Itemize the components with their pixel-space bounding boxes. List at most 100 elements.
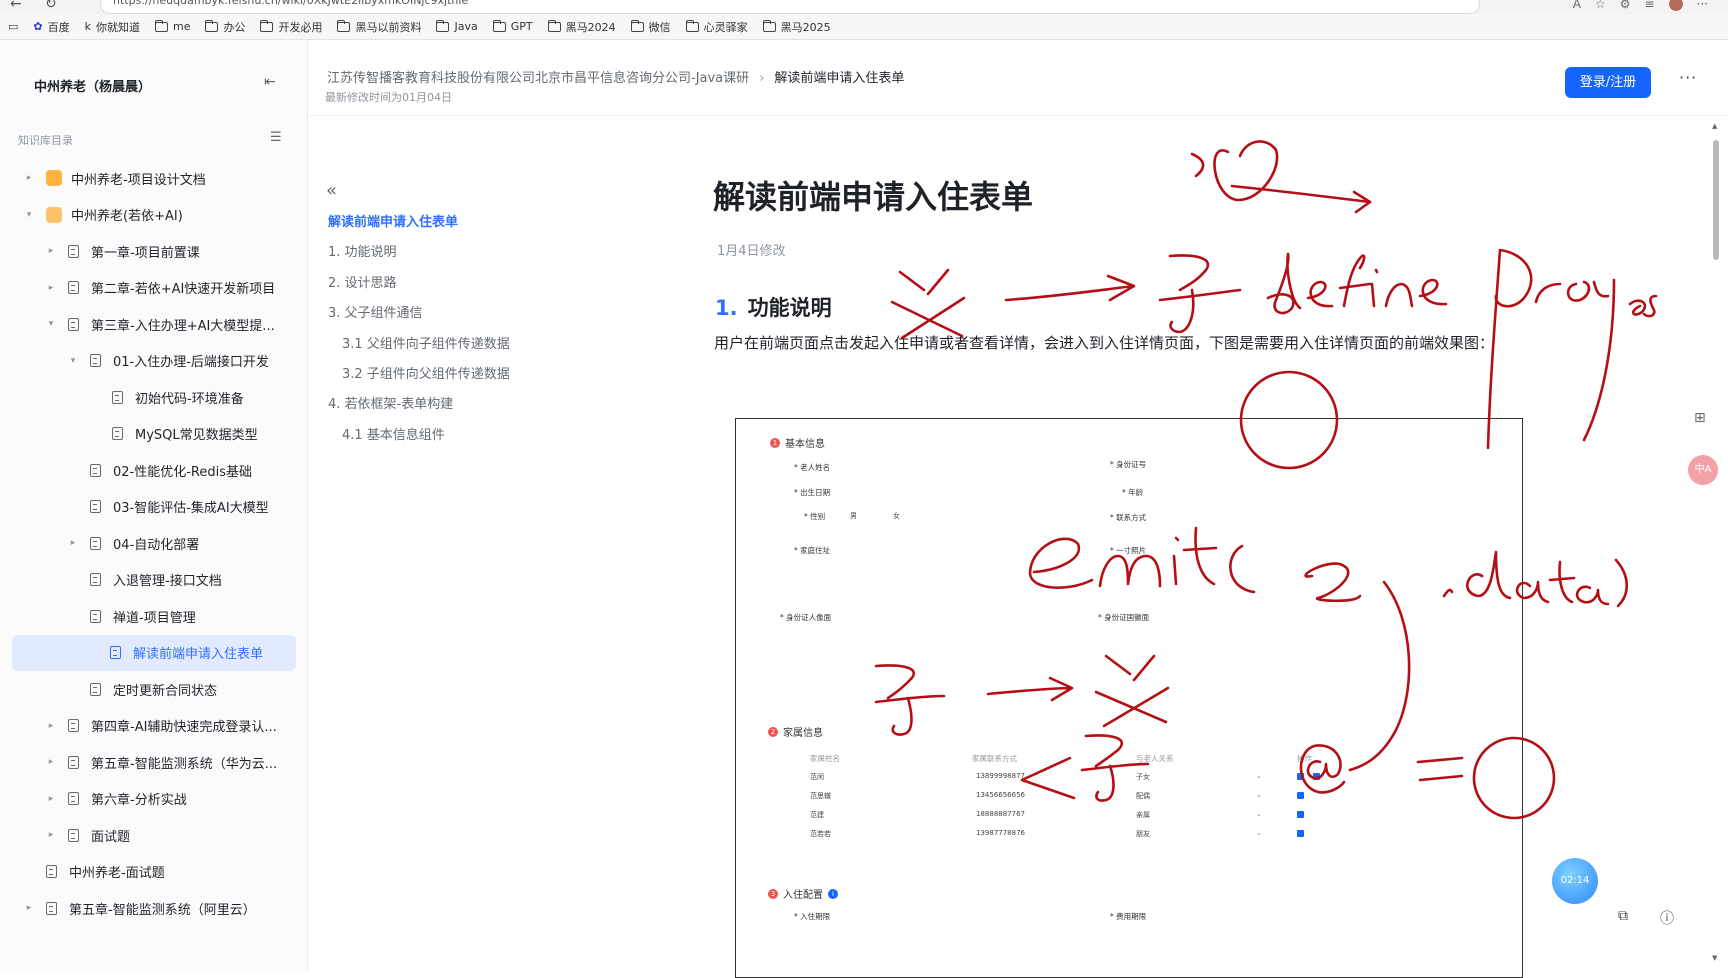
family-cell-relation: 配偶 [1136,792,1150,800]
profile-avatar[interactable] [1668,0,1683,11]
more-button[interactable]: ··· [1679,68,1697,87]
delete-row-icon[interactable] [1297,792,1304,799]
breadcrumb-parent[interactable]: 江苏传智播客教育科技股份有限公司北京市昌平信息咨询分公司-Java课研 [327,71,749,86]
tree-item[interactable]: MySQL常见数据类型 [0,416,308,453]
chevron-right-icon[interactable]: ▸ [44,246,58,256]
chevron-right-icon[interactable]: ▸ [22,903,36,913]
bookmark-label: 微信 [648,20,671,34]
scrollbar[interactable]: ▲ ▼ [1712,122,1719,962]
delete-row-icon[interactable] [1297,773,1304,780]
tree-item[interactable]: ▸ 中州养老-项目设计文档 [0,160,308,197]
chevron-right-icon[interactable]: ▸ [44,283,58,293]
tree-item-label: 中州养老-面试题 [69,866,165,882]
browser-menu-icon[interactable]: ··· [1697,0,1708,11]
bookmark-folder[interactable]: 黑马2025 [762,19,831,35]
tree-item[interactable]: 定时更新合同状态 [0,671,308,708]
translate-button[interactable]: 中A [1688,455,1718,485]
recording-timer[interactable]: 02:14 [1552,858,1598,904]
select-chevron-icon[interactable]: ⌄ [1256,810,1262,818]
favorites-icon[interactable]: ≡ [1644,0,1654,11]
radio-option[interactable]: 男 [850,511,857,521]
toc-item[interactable]: 解读前端申请入住表单 [328,208,618,238]
bookmark-folder[interactable]: 开发必用 [260,19,322,35]
star-icon[interactable]: ☆ [1595,0,1606,11]
scroll-down-icon[interactable]: ▼ [1712,954,1717,962]
bookmark-folder[interactable]: 黑马2024 [547,19,616,35]
delete-row-icon[interactable] [1297,811,1304,818]
login-button[interactable]: 登录/注册 [1565,67,1651,98]
family-cell-relation: 亲属 [1136,811,1150,819]
add-row-icon[interactable] [1313,773,1320,780]
toc-item[interactable]: 3. 父子组件通信 [328,299,618,329]
tree-item[interactable]: ▸ 面试题 [0,817,308,854]
url-field[interactable]: https://heuqdambyk.feishu.cn/wiki/0XkJwt… [100,0,1480,14]
form-screenshot[interactable]: 1 基本信息 * 老人姓名 * 出生日期 * 性别 男 女 * 家庭住址 * 身份… [735,418,1523,978]
tab-icon[interactable]: ▭ [8,20,18,33]
chevron-right-icon[interactable]: ▸ [44,757,58,767]
delete-row-icon[interactable] [1297,830,1304,837]
toc-item[interactable]: 2. 设计思路 [328,269,618,299]
bookmark-folder[interactable]: me [155,19,190,33]
bookmark-folder[interactable]: GPT [492,19,533,33]
bookmark-baidu[interactable]: ✿ 百度 [33,19,69,35]
chevron-down-icon[interactable]: ▾ [22,210,36,220]
tree-item[interactable]: ▸ 第一章-项目前置课 [0,233,308,270]
list-toggle-icon[interactable]: ☰ [270,130,282,145]
toc-item[interactable]: 3.1 父组件向子组件传递数据 [328,330,618,360]
back-icon[interactable]: ← [10,0,22,12]
tree-item[interactable]: ▾ 第三章-入住办理+AI大模型提... [0,306,308,343]
radio-option[interactable]: 女 [893,511,900,521]
tree-item[interactable]: 初始代码-环境准备 [0,379,308,416]
collapse-toc-icon[interactable]: « [326,180,337,201]
toc-item[interactable]: 3.2 子组件向父组件传递数据 [328,360,618,390]
chevron-down-icon[interactable]: ▾ [66,356,80,366]
tree-item[interactable]: ▸ 第四章-AI辅助快速完成登录认... [0,708,308,745]
tree-item-label: 第五章-智能监测系统（阿里云） [69,902,256,918]
tree-item[interactable]: 中州养老-面试题 [0,854,308,891]
add-block-icon[interactable]: ⊞ [1694,410,1706,426]
tree-item[interactable]: ▸ 04-自动化部署 [0,525,308,562]
bookmark-folder[interactable]: 心灵驿家 [685,19,748,35]
chevron-right-icon[interactable]: ▸ [44,721,58,731]
tree-item[interactable]: 禅道-项目管理 [0,598,308,635]
bookmark-folder[interactable]: 微信 [630,19,671,35]
chevron-right-icon[interactable]: ▸ [44,830,58,840]
tree-item-label: 初始代码-环境准备 [135,391,244,407]
family-cell-phone: 13456656656 [976,791,1025,799]
toc-item[interactable]: 1. 功能说明 [328,238,618,268]
tree-item[interactable]: 02-性能优化-Redis基础 [0,452,308,489]
bookmark-folder[interactable]: 办公 [205,19,245,35]
tree-item[interactable]: ▸ 第五章-智能监测系统（华为云... [0,744,308,781]
clipboard-icon[interactable]: ⧉ [1618,908,1628,924]
help-icon[interactable]: ⓘ [1660,908,1674,928]
tree-item[interactable]: ▾ 01-入住办理-后端接口开发 [0,343,308,380]
document-icon [68,244,79,258]
chevron-right-icon[interactable]: ▸ [22,173,36,183]
bookmark-folder[interactable]: 黑马以前资料 [337,19,421,35]
collapse-sidebar-icon[interactable]: ⇤ [264,74,276,90]
select-chevron-icon[interactable]: ⌄ [1256,829,1262,837]
tree-item[interactable]: ▸ 第五章-智能监测系统（阿里云） [0,890,308,927]
chevron-right-icon[interactable]: ▸ [66,538,80,548]
read-aloud-icon[interactable]: A [1573,0,1581,11]
bookmark-folder[interactable]: Java [436,19,478,33]
bookmark-zhidao[interactable]: k 你就知道 [85,19,140,35]
tree-item[interactable]: ▾ 中州养老(若依+AI) [0,197,308,234]
tree-item[interactable]: 入退管理-接口文档 [0,562,308,599]
chevron-right-icon[interactable]: ▸ [44,794,58,804]
toc-item[interactable]: 4.1 基本信息组件 [328,421,618,451]
tree-item[interactable]: ▸ 第六章-分析实战 [0,781,308,818]
toc-item[interactable]: 4. 若依框架-表单构建 [328,390,618,420]
column-header: 家属姓名 [810,754,840,763]
tree-item[interactable]: 解读前端申请入住表单 [12,634,296,671]
reload-icon[interactable]: ↻ [45,0,57,12]
scroll-up-icon[interactable]: ▲ [1712,122,1717,130]
chevron-down-icon[interactable]: ▾ [44,319,58,329]
tree-item[interactable]: 03-智能评估-集成AI大模型 [0,489,308,526]
tree-item[interactable]: ▸ 第二章-若依+AI快速开发新项目 [0,270,308,307]
extensions-icon[interactable]: ⚙ [1620,0,1631,11]
scroll-thumb[interactable] [1713,140,1719,260]
bookmark-label: 办公 [223,20,246,34]
select-chevron-icon[interactable]: ⌄ [1256,791,1262,799]
select-chevron-icon[interactable]: ⌄ [1256,772,1262,780]
